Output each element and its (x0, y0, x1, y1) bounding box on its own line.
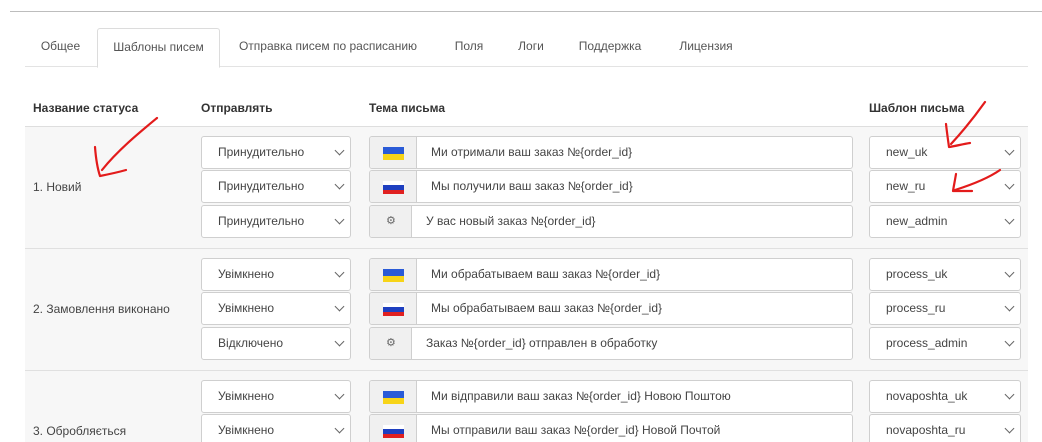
header-template: Шаблон письма (869, 101, 965, 115)
ru-flag-icon (383, 425, 404, 438)
chevron-down-icon (334, 214, 345, 225)
template-value: process_admin (886, 336, 968, 350)
chevron-down-icon (334, 145, 345, 156)
gears-icon: ⚙ (386, 215, 396, 227)
ua-flag-icon (383, 147, 404, 160)
subject-input[interactable]: Мы обрабатываем ваш заказ №{order_id} (369, 292, 853, 325)
send-select[interactable]: Принудительно (201, 136, 351, 169)
send-value: Принудительно (218, 214, 305, 228)
template-select[interactable]: novaposhta_uk (869, 380, 1021, 413)
send-value: Принудительно (218, 145, 305, 159)
ru-flag-icon (383, 181, 404, 194)
send-select[interactable]: Принудительно (201, 170, 351, 203)
tab-support[interactable]: Поддержка (567, 28, 653, 67)
subject-value: У вас новый заказ №{order_id} (426, 214, 596, 228)
chevron-down-icon (1004, 267, 1015, 278)
send-value: Увімкнено (218, 389, 275, 403)
status-group: 2. Замовлення виконано Увімкнено Ми обра… (25, 249, 1028, 371)
subject-input[interactable]: Ми відправили ваш заказ №{order_id} Ново… (369, 380, 853, 413)
chevron-down-icon (1004, 145, 1015, 156)
tab-logs[interactable]: Логи (505, 28, 557, 67)
template-value: process_ru (886, 301, 946, 315)
status-group: 1. Новий Принудительно Ми отримали ваш з… (25, 127, 1028, 249)
template-value: process_uk (886, 267, 948, 281)
tab-general[interactable]: Общее (25, 28, 96, 67)
language-addon (370, 293, 417, 324)
subject-value: Мы получили ваш заказ №{order_id} (431, 179, 633, 193)
header-send: Отправлять (201, 101, 273, 115)
chevron-down-icon (1004, 336, 1015, 347)
subject-input[interactable]: Мы отправили ваш заказ №{order_id} Новой… (369, 414, 853, 442)
language-addon (370, 171, 417, 202)
template-select[interactable]: novaposhta_ru (869, 414, 1021, 442)
ru-flag-icon (383, 303, 404, 316)
language-addon (370, 381, 417, 412)
tab-scheduled-emails[interactable]: Отправка писем по расписанию (223, 28, 433, 67)
subject-input[interactable]: Ми обрабатываем ваш заказ №{order_id} (369, 258, 853, 291)
send-select[interactable]: Принудительно (201, 205, 351, 238)
template-select[interactable]: process_admin (869, 327, 1021, 360)
tab-bar: Общее Шаблоны писем Отправка писем по ра… (25, 28, 1028, 68)
template-select[interactable]: new_uk (869, 136, 1021, 169)
subject-value: Мы обрабатываем ваш заказ №{order_id} (431, 301, 663, 315)
subject-input[interactable]: Мы получили ваш заказ №{order_id} (369, 170, 853, 203)
top-divider (10, 11, 1042, 12)
template-select[interactable]: new_ru (869, 170, 1021, 203)
template-select[interactable]: new_admin (869, 205, 1021, 238)
subject-value: Ми відправили ваш заказ №{order_id} Ново… (431, 389, 731, 403)
subject-value: Заказ №{order_id} отправлен в обработку (426, 336, 658, 350)
language-addon (370, 137, 417, 168)
subject-value: Мы отправили ваш заказ №{order_id} Новой… (431, 423, 721, 437)
send-select[interactable]: Увімкнено (201, 292, 351, 325)
send-value: Увімкнено (218, 267, 275, 281)
tab-email-templates[interactable]: Шаблоны писем (97, 28, 220, 68)
send-select[interactable]: Увімкнено (201, 414, 351, 442)
template-value: novaposhta_uk (886, 389, 968, 403)
subject-input[interactable]: ⚙ Заказ №{order_id} отправлен в обработк… (369, 327, 853, 360)
send-select[interactable]: Відключено (201, 327, 351, 360)
send-value: Принудительно (218, 179, 305, 193)
status-group: 3. Обробляється Увімкнено Ми відправили … (25, 371, 1028, 442)
status-name: 3. Обробляється (33, 424, 127, 438)
template-value: new_uk (886, 145, 928, 159)
chevron-down-icon (334, 267, 345, 278)
template-select[interactable]: process_uk (869, 258, 1021, 291)
chevron-down-icon (1004, 423, 1015, 434)
chevron-down-icon (1004, 301, 1015, 312)
chevron-down-icon (1004, 389, 1015, 400)
language-addon (370, 415, 417, 442)
chevron-down-icon (334, 336, 345, 347)
header-status-name: Название статуса (33, 101, 139, 115)
tab-fields[interactable]: Поля (443, 28, 495, 67)
status-name: 1. Новий (33, 180, 82, 194)
chevron-down-icon (334, 179, 345, 190)
language-addon (370, 259, 417, 290)
send-select[interactable]: Увімкнено (201, 380, 351, 413)
gears-icon: ⚙ (386, 337, 396, 349)
admin-addon: ⚙ (370, 206, 412, 237)
chevron-down-icon (1004, 179, 1015, 190)
status-name: 2. Замовлення виконано (33, 302, 170, 316)
template-select[interactable]: process_ru (869, 292, 1021, 325)
chevron-down-icon (334, 423, 345, 434)
send-select[interactable]: Увімкнено (201, 258, 351, 291)
send-value: Відключено (218, 336, 284, 350)
subject-value: Ми обрабатываем ваш заказ №{order_id} (431, 267, 661, 281)
tab-license[interactable]: Лицензия (665, 28, 747, 67)
admin-addon: ⚙ (370, 328, 412, 359)
chevron-down-icon (334, 301, 345, 312)
subject-value: Ми отримали ваш заказ №{order_id} (431, 145, 633, 159)
chevron-down-icon (1004, 214, 1015, 225)
template-value: novaposhta_ru (886, 423, 966, 437)
send-value: Увімкнено (218, 301, 275, 315)
send-value: Увімкнено (218, 423, 275, 437)
chevron-down-icon (334, 389, 345, 400)
ua-flag-icon (383, 269, 404, 282)
ua-flag-icon (383, 391, 404, 404)
template-value: new_ru (886, 179, 926, 193)
header-subject: Тема письма (369, 101, 446, 115)
template-value: new_admin (886, 214, 948, 228)
subject-input[interactable]: ⚙ У вас новый заказ №{order_id} (369, 205, 853, 238)
subject-input[interactable]: Ми отримали ваш заказ №{order_id} (369, 136, 853, 169)
